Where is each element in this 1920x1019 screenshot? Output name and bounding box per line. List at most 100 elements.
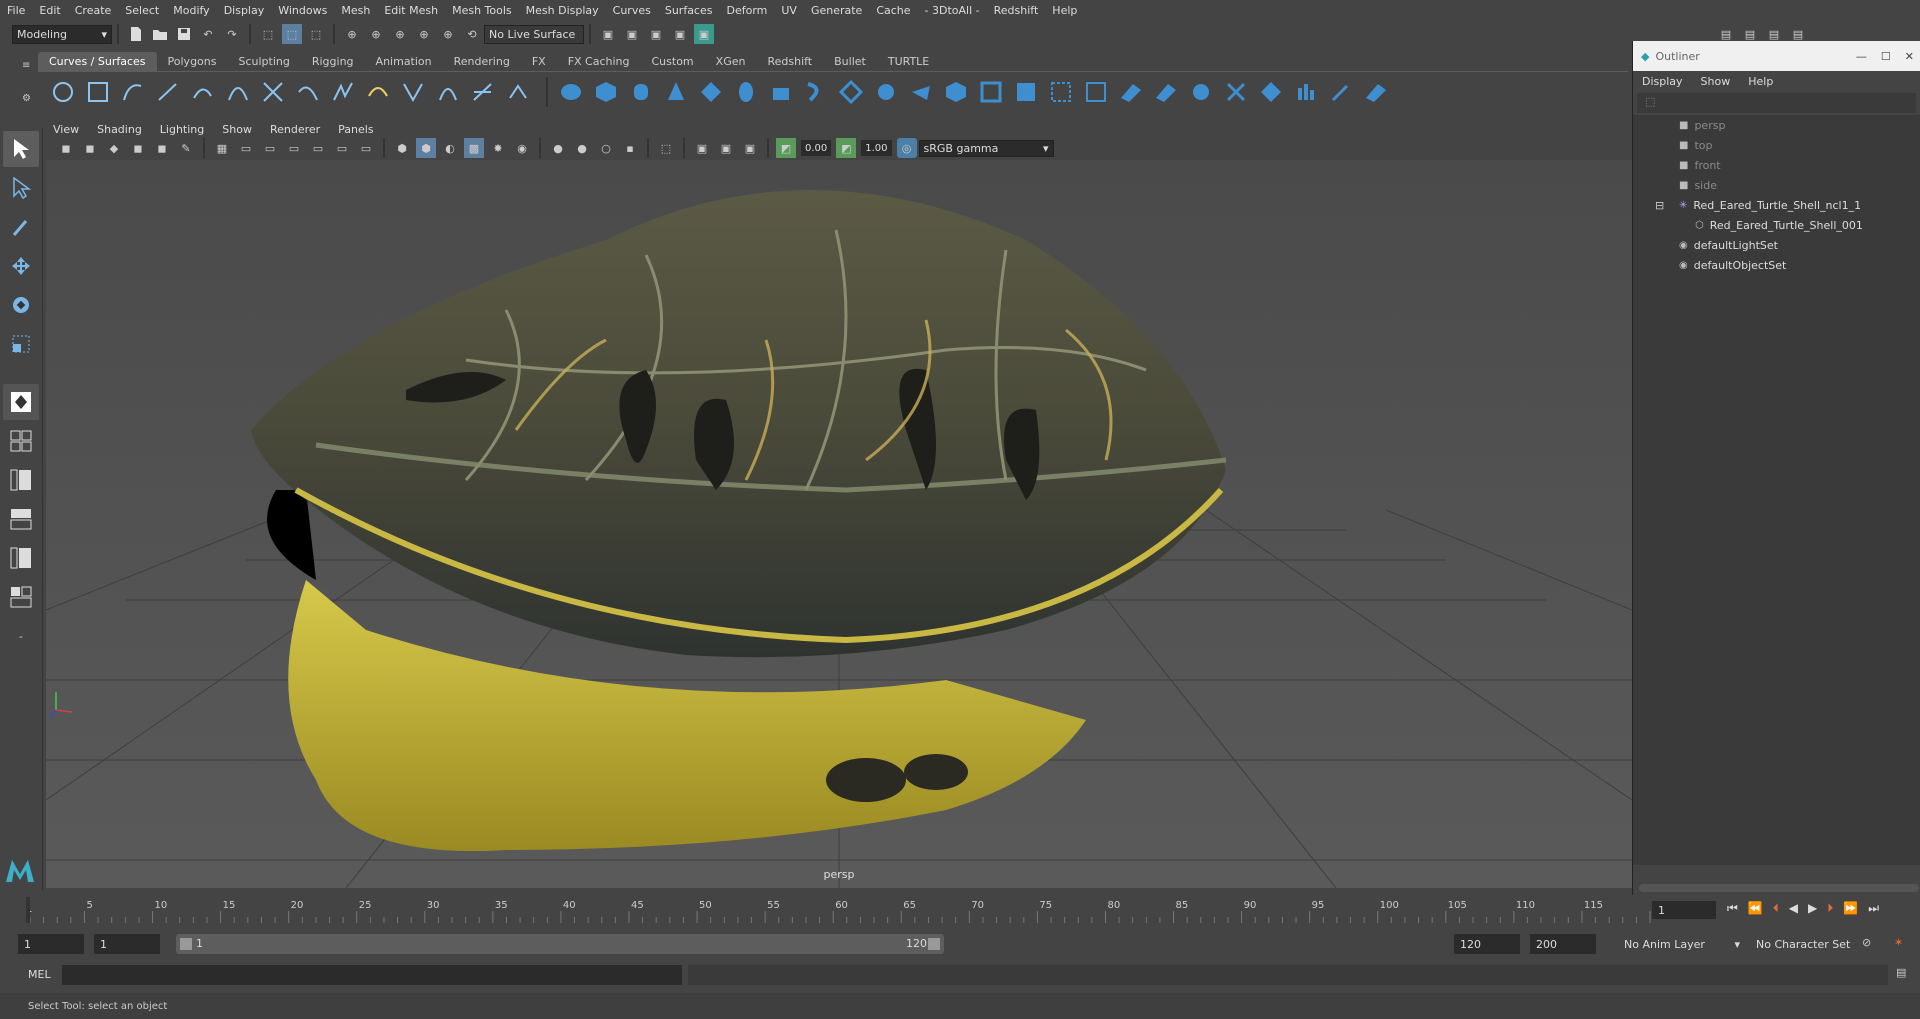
live-surface-field[interactable]: No Live Surface xyxy=(484,24,584,44)
new-scene-icon[interactable] xyxy=(126,24,146,44)
menu-create[interactable]: Create xyxy=(68,4,119,17)
four-view-icon[interactable] xyxy=(3,423,39,459)
select-hierarchy-icon[interactable]: ⬚ xyxy=(258,24,278,44)
scale-tool-icon[interactable] xyxy=(3,326,39,362)
render-frame-icon[interactable]: ▣ xyxy=(598,24,618,44)
range-end-handle[interactable] xyxy=(928,938,940,950)
step-forward-frame-icon[interactable]: ⏵ xyxy=(1827,901,1833,916)
menu-deform[interactable]: Deform xyxy=(719,4,774,17)
rotate-tool-icon[interactable] xyxy=(3,287,39,323)
outliner-item[interactable]: ◉ defaultObjectSet xyxy=(1633,255,1920,275)
shelf-tab-bullet[interactable]: Bullet xyxy=(823,52,877,71)
xray-icon[interactable]: ▣ xyxy=(692,138,712,158)
offset-surface-icon[interactable] xyxy=(1186,77,1216,107)
range-start-handle[interactable] xyxy=(180,938,192,950)
motion-blur-icon[interactable]: ● xyxy=(572,138,592,158)
shelf-tab-xgen[interactable]: XGen xyxy=(704,52,757,71)
3d-viewport[interactable]: persp xyxy=(46,160,1632,888)
step-back-frame-icon[interactable]: ⏴ xyxy=(1773,901,1779,916)
outliner-item[interactable]: ■ persp xyxy=(1633,115,1920,135)
outliner-item[interactable]: ■ side xyxy=(1633,175,1920,195)
menu-edit[interactable]: Edit xyxy=(32,4,67,17)
command-input[interactable] xyxy=(62,965,682,985)
nurbs-torus-icon[interactable] xyxy=(731,77,761,107)
menu-curves[interactable]: Curves xyxy=(606,4,658,17)
project-curve-icon[interactable] xyxy=(976,77,1006,107)
menu-select[interactable]: Select xyxy=(118,4,166,17)
menu-help[interactable]: Help xyxy=(1045,4,1084,17)
exposure-icon[interactable]: ◩ xyxy=(776,138,796,158)
field-chart-icon[interactable]: ▭ xyxy=(308,138,328,158)
shelf-tab-rigging[interactable]: Rigging xyxy=(300,52,365,71)
camera-attributes-icon[interactable]: ◼ xyxy=(80,138,100,158)
loft-icon[interactable] xyxy=(468,77,498,107)
nurbs-sphere-icon[interactable] xyxy=(556,77,586,107)
depth-of-field-icon[interactable]: ▪ xyxy=(620,138,640,158)
persp-outliner-icon[interactable] xyxy=(3,462,39,498)
hypershade-icon[interactable]: ▣ xyxy=(670,24,690,44)
collapse-icon[interactable]: ⊟ xyxy=(1655,199,1664,212)
mode-selector[interactable]: Modeling ▾ xyxy=(12,24,112,44)
xray-components-icon[interactable]: ▣ xyxy=(740,138,760,158)
revolve-icon[interactable] xyxy=(433,77,463,107)
outliner-hscrollbar[interactable] xyxy=(1639,884,1919,892)
offset-curve-icon[interactable] xyxy=(363,77,393,107)
menu-mesh[interactable]: Mesh xyxy=(334,4,377,17)
detach-curves-icon[interactable] xyxy=(293,77,323,107)
panel-menu-renderer[interactable]: Renderer xyxy=(261,123,329,136)
use-all-lights-icon[interactable]: ✸ xyxy=(488,138,508,158)
step-forward-key-icon[interactable]: ⏩ xyxy=(1843,901,1858,916)
outliner-item[interactable]: ■ top xyxy=(1633,135,1920,155)
hypershade-persp-icon[interactable] xyxy=(3,540,39,576)
shelf-tab-sculpting[interactable]: Sculpting xyxy=(227,52,301,71)
grid-toggle-icon[interactable]: ▦ xyxy=(212,138,232,158)
scene-start-field[interactable]: 1 xyxy=(18,934,84,954)
exposure-field[interactable]: 0.00 xyxy=(801,140,832,156)
command-language-label[interactable]: MEL xyxy=(28,968,51,981)
scene-end-field[interactable]: 200 xyxy=(1530,934,1596,954)
sculpt-surface-icon[interactable] xyxy=(1256,77,1286,107)
image-plane-icon[interactable]: ◼ xyxy=(128,138,148,158)
outliner-item[interactable]: ⬡ Red_Eared_Turtle_Shell_001 xyxy=(1633,215,1920,235)
insert-isoparm-icon[interactable] xyxy=(1151,77,1181,107)
outliner-menu-display[interactable]: Display xyxy=(1633,75,1692,88)
extrude-icon[interactable] xyxy=(503,77,533,107)
safe-action-icon[interactable]: ▭ xyxy=(332,138,352,158)
grease-pencil-icon[interactable]: ✎ xyxy=(176,138,196,158)
history-icon[interactable]: ⟲ xyxy=(462,24,482,44)
select-component-icon[interactable]: ⬚ xyxy=(306,24,326,44)
nurbs-cylinder-icon[interactable] xyxy=(626,77,656,107)
shadows-icon[interactable]: ◉ xyxy=(512,138,532,158)
view-transform-dropdown[interactable]: sRGB gamma ▾ xyxy=(918,139,1054,157)
film-gate-icon[interactable]: ▭ xyxy=(236,138,256,158)
save-scene-icon[interactable] xyxy=(174,24,194,44)
menu-generate[interactable]: Generate xyxy=(804,4,869,17)
shelf-tab-turtle[interactable]: TURTLE xyxy=(876,52,941,71)
menu-mesh-display[interactable]: Mesh Display xyxy=(519,4,606,17)
wireframe-icon[interactable]: ⬢ xyxy=(392,138,412,158)
rebuild-curve-icon[interactable] xyxy=(328,77,358,107)
select-object-icon[interactable]: ⬚ xyxy=(282,24,302,44)
xray-joints-icon[interactable]: ▣ xyxy=(716,138,736,158)
character-set-dropdown[interactable]: No Character Set xyxy=(1752,934,1856,954)
rebuild-surface-icon[interactable] xyxy=(1221,77,1251,107)
auto-key-icon[interactable]: ⊘ xyxy=(1862,936,1871,949)
anti-aliasing-icon[interactable]: ○ xyxy=(596,138,616,158)
ep-curve-icon[interactable] xyxy=(153,77,183,107)
untrim-icon[interactable] xyxy=(1081,77,1111,107)
redo-icon[interactable]: ↷ xyxy=(222,24,242,44)
square-surface-icon[interactable] xyxy=(906,77,936,107)
snap-view-icon[interactable]: ⊕ xyxy=(414,24,434,44)
persp-graph-icon[interactable] xyxy=(3,501,39,537)
ipr-render-icon[interactable]: ▣ xyxy=(622,24,642,44)
snap-grid-icon[interactable]: ⊕ xyxy=(342,24,362,44)
gate-mask-icon[interactable]: ▭ xyxy=(284,138,304,158)
menu-windows[interactable]: Windows xyxy=(271,4,334,17)
range-slider[interactable]: 1 120 xyxy=(176,934,944,954)
shelf-tab-curves-surfaces[interactable]: Curves / Surfaces xyxy=(38,52,157,71)
render-settings-icon[interactable]: ▣ xyxy=(646,24,666,44)
gamma-icon[interactable]: ◩ xyxy=(836,138,857,158)
snap-surface-icon[interactable]: ⊕ xyxy=(438,24,458,44)
surface-editing-icon[interactable] xyxy=(1291,77,1321,107)
current-frame-field[interactable]: 1 xyxy=(1652,901,1716,919)
